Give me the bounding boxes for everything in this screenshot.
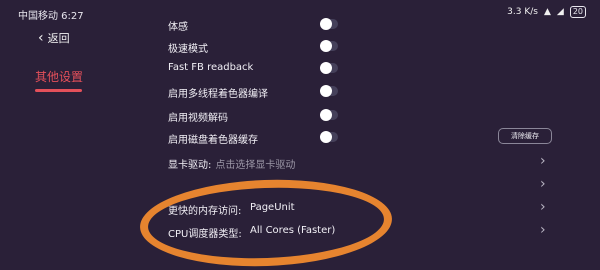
gpu-driver-label: 显卡驱动: 点击选择显卡驱动 [168,156,295,171]
gpu-driver-row[interactable]: 显卡驱动: 点击选择显卡驱动 › [168,153,568,175]
toggle-knob [320,40,332,52]
setting-label: 体感 [168,22,188,33]
back-label: 返回 [47,32,70,45]
toggle-switch[interactable] [320,18,338,30]
setting-row[interactable]: 体感 [168,15,568,37]
toggle-knob [320,18,332,30]
toggle-knob [320,62,332,74]
toggle-switch[interactable] [320,109,338,121]
active-tab-indicator [35,89,82,92]
nav-item-other-settings[interactable]: 其他设置 [35,68,83,85]
chevron-right-icon: › [540,176,546,192]
setting-label: 启用多线程着色器编译 [168,89,268,100]
toggle-knob [320,85,332,97]
toggle-switch[interactable] [320,131,338,143]
toggle-switch[interactable] [320,40,338,52]
gpu-driver-title: 显卡驱动: [168,160,212,171]
setting-label: 启用磁盘着色器缓存 [168,135,258,146]
gpu-driver-hint: 点击选择显卡驱动 [215,160,296,171]
clear-cache-button[interactable]: 清除缓存 [498,128,552,144]
toggle-switch[interactable] [320,62,338,74]
setting-row[interactable]: 启用多线程着色器编译 [168,82,568,104]
sidebar: ‹ 返回 其他设置 [0,26,150,238]
chevron-right-icon: › [540,153,546,169]
setting-row[interactable]: 启用视频解码 [168,106,568,128]
chevron-right-icon: › [540,222,546,238]
setting-row[interactable]: 启用磁盘着色器缓存 清除缓存 [168,128,568,150]
toggle-knob [320,109,332,121]
setting-label: 极速模式 [168,44,208,55]
toggle-knob [320,131,332,143]
back-button[interactable]: ‹ 返回 [38,30,70,46]
battery-icon: 20 [569,6,586,18]
setting-row[interactable]: Fast FB readback [168,59,568,81]
setting-row[interactable]: 极速模式 [168,37,568,59]
chevron-right-icon: › [540,199,546,215]
setting-label: Fast FB readback [168,62,254,73]
chevron-left-icon: ‹ [38,30,44,46]
carrier-time: 中国移动 6:27 [18,11,84,22]
setting-label: 启用视频解码 [168,113,228,124]
toggle-switch[interactable] [320,85,338,97]
